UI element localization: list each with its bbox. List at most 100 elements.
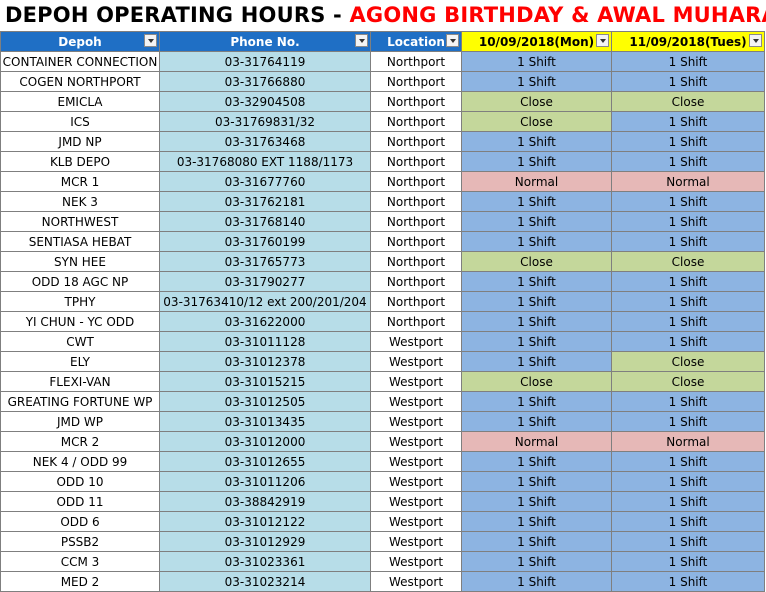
mon-status-cell[interactable]: 1 Shift xyxy=(461,411,612,432)
phone-cell[interactable]: 03-31768140 xyxy=(159,211,371,232)
filter-dropdown-icon[interactable] xyxy=(446,34,459,47)
filter-dropdown-icon[interactable] xyxy=(596,34,609,47)
tues-status-cell[interactable]: 1 Shift xyxy=(611,131,765,152)
mon-status-cell[interactable]: 1 Shift xyxy=(461,131,612,152)
location-cell[interactable]: Northport xyxy=(370,91,462,112)
location-cell[interactable]: Northport xyxy=(370,131,462,152)
mon-status-cell[interactable]: 1 Shift xyxy=(461,71,612,92)
tues-status-cell[interactable]: 1 Shift xyxy=(611,191,765,212)
phone-cell[interactable]: 03-31763468 xyxy=(159,131,371,152)
phone-cell[interactable]: 03-31622000 xyxy=(159,311,371,332)
filter-dropdown-icon[interactable] xyxy=(355,34,368,47)
depoh-cell[interactable]: SYN HEE xyxy=(0,251,160,272)
mon-status-cell[interactable]: 1 Shift xyxy=(461,151,612,172)
tues-status-cell[interactable]: 1 Shift xyxy=(611,51,765,72)
depoh-cell[interactable]: EMICLA xyxy=(0,91,160,112)
mon-status-cell[interactable]: 1 Shift xyxy=(461,311,612,332)
mon-status-cell[interactable]: 1 Shift xyxy=(461,231,612,252)
mon-status-cell[interactable]: Normal xyxy=(461,171,612,192)
depoh-cell[interactable]: SENTIASA HEBAT xyxy=(0,231,160,252)
phone-cell[interactable]: 03-31012122 xyxy=(159,511,371,532)
tues-status-cell[interactable]: 1 Shift xyxy=(611,491,765,512)
tues-status-cell[interactable]: 1 Shift xyxy=(611,111,765,132)
mon-status-cell[interactable]: 1 Shift xyxy=(461,51,612,72)
mon-status-cell[interactable]: 1 Shift xyxy=(461,211,612,232)
location-cell[interactable]: Westport xyxy=(370,571,462,592)
mon-status-cell[interactable]: 1 Shift xyxy=(461,531,612,552)
location-cell[interactable]: Westport xyxy=(370,371,462,392)
location-cell[interactable]: Northport xyxy=(370,211,462,232)
depoh-cell[interactable]: KLB DEPO xyxy=(0,151,160,172)
phone-cell[interactable]: 03-31011206 xyxy=(159,471,371,492)
depoh-cell[interactable]: ODD 10 xyxy=(0,471,160,492)
tues-status-cell[interactable]: 1 Shift xyxy=(611,571,765,592)
tues-status-cell[interactable]: 1 Shift xyxy=(611,331,765,352)
location-cell[interactable]: Northport xyxy=(370,51,462,72)
phone-cell[interactable]: 03-32904508 xyxy=(159,91,371,112)
tues-status-cell[interactable]: 1 Shift xyxy=(611,71,765,92)
filter-dropdown-icon[interactable] xyxy=(749,34,762,47)
mon-status-cell[interactable]: 1 Shift xyxy=(461,191,612,212)
depoh-cell[interactable]: NEK 3 xyxy=(0,191,160,212)
mon-status-cell[interactable]: 1 Shift xyxy=(461,331,612,352)
location-cell[interactable]: Westport xyxy=(370,511,462,532)
depoh-cell[interactable]: MED 2 xyxy=(0,571,160,592)
tues-status-cell[interactable]: 1 Shift xyxy=(611,211,765,232)
phone-cell[interactable]: 03-31013435 xyxy=(159,411,371,432)
phone-cell[interactable]: 03-31764119 xyxy=(159,51,371,72)
tues-status-cell[interactable]: 1 Shift xyxy=(611,411,765,432)
tues-status-cell[interactable]: Normal xyxy=(611,431,765,452)
location-cell[interactable]: Northport xyxy=(370,271,462,292)
depoh-cell[interactable]: JMD NP xyxy=(0,131,160,152)
phone-cell[interactable]: 03-31023361 xyxy=(159,551,371,572)
depoh-cell[interactable]: COGEN NORTHPORT xyxy=(0,71,160,92)
location-cell[interactable]: Northport xyxy=(370,231,462,252)
phone-cell[interactable]: 03-38842919 xyxy=(159,491,371,512)
location-cell[interactable]: Northport xyxy=(370,171,462,192)
location-cell[interactable]: Westport xyxy=(370,351,462,372)
mon-status-cell[interactable]: Close xyxy=(461,371,612,392)
phone-cell[interactable]: 03-31790277 xyxy=(159,271,371,292)
location-cell[interactable]: Northport xyxy=(370,71,462,92)
depoh-cell[interactable]: YI CHUN - YC ODD xyxy=(0,311,160,332)
phone-cell[interactable]: 03-31769831/32 xyxy=(159,111,371,132)
tues-status-cell[interactable]: 1 Shift xyxy=(611,391,765,412)
phone-cell[interactable]: 03-31011128 xyxy=(159,331,371,352)
tues-status-cell[interactable]: 1 Shift xyxy=(611,151,765,172)
tues-status-cell[interactable]: 1 Shift xyxy=(611,531,765,552)
tues-status-cell[interactable]: 1 Shift xyxy=(611,451,765,472)
depoh-cell[interactable]: MCR 1 xyxy=(0,171,160,192)
depoh-cell[interactable]: MCR 2 xyxy=(0,431,160,452)
depoh-cell[interactable]: ELY xyxy=(0,351,160,372)
tues-status-cell[interactable]: 1 Shift xyxy=(611,551,765,572)
tues-status-cell[interactable]: 1 Shift xyxy=(611,271,765,292)
phone-cell[interactable]: 03-31762181 xyxy=(159,191,371,212)
mon-status-cell[interactable]: 1 Shift xyxy=(461,451,612,472)
depoh-cell[interactable]: PSSB2 xyxy=(0,531,160,552)
depoh-cell[interactable]: CWT xyxy=(0,331,160,352)
location-cell[interactable]: Westport xyxy=(370,551,462,572)
location-cell[interactable]: Westport xyxy=(370,331,462,352)
depoh-cell[interactable]: TPHY xyxy=(0,291,160,312)
mon-status-cell[interactable]: Close xyxy=(461,91,612,112)
filter-dropdown-icon[interactable] xyxy=(144,34,157,47)
depoh-cell[interactable]: ODD 18 AGC NP xyxy=(0,271,160,292)
location-cell[interactable]: Northport xyxy=(370,191,462,212)
depoh-cell[interactable]: ICS xyxy=(0,111,160,132)
mon-status-cell[interactable]: 1 Shift xyxy=(461,471,612,492)
tues-status-cell[interactable]: Close xyxy=(611,351,765,372)
depoh-cell[interactable]: ODD 6 xyxy=(0,511,160,532)
phone-cell[interactable]: 03-31012505 xyxy=(159,391,371,412)
tues-status-cell[interactable]: Close xyxy=(611,91,765,112)
mon-status-cell[interactable]: 1 Shift xyxy=(461,271,612,292)
mon-status-cell[interactable]: 1 Shift xyxy=(461,351,612,372)
mon-status-cell[interactable]: Close xyxy=(461,111,612,132)
location-cell[interactable]: Northport xyxy=(370,311,462,332)
depoh-cell[interactable]: CCM 3 xyxy=(0,551,160,572)
tues-status-cell[interactable]: Close xyxy=(611,251,765,272)
depoh-cell[interactable]: CONTAINER CONNECTION xyxy=(0,51,160,72)
depoh-cell[interactable]: NORTHWEST xyxy=(0,211,160,232)
phone-cell[interactable]: 03-31023214 xyxy=(159,571,371,592)
tues-status-cell[interactable]: Close xyxy=(611,371,765,392)
depoh-cell[interactable]: FLEXI-VAN xyxy=(0,371,160,392)
